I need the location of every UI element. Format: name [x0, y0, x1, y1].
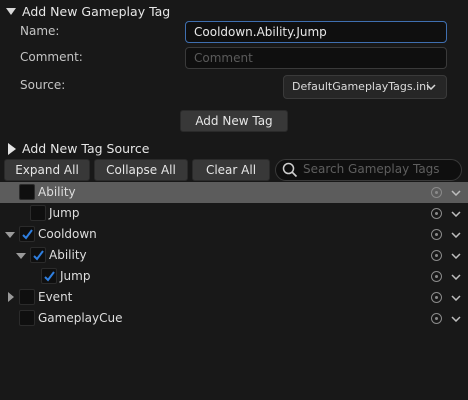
tag-row[interactable]: Ability — [0, 245, 468, 266]
add-source-section-title[interactable]: Add New Tag Source — [22, 141, 149, 156]
chevron-down-icon — [426, 84, 436, 90]
expand-all-button[interactable]: Expand All — [4, 159, 90, 181]
checkmark-icon — [33, 250, 44, 261]
tag-label: Ability — [38, 185, 76, 199]
tag-label: Jump — [60, 269, 91, 283]
tag-label: GameplayCue — [38, 311, 123, 325]
circle-dot-icon[interactable] — [431, 208, 442, 219]
clear-all-button[interactable]: Clear All — [192, 159, 270, 181]
search-icon — [282, 162, 298, 178]
source-dropdown[interactable]: DefaultGameplayTags.ini — [283, 75, 447, 99]
checkmark-icon — [44, 271, 55, 282]
tag-row[interactable]: Jump — [0, 203, 468, 224]
checkmark-icon — [22, 229, 33, 240]
tag-row[interactable]: GameplayCue — [0, 308, 468, 329]
comment-label: Comment: — [20, 50, 83, 64]
tag-row[interactable]: Ability — [0, 182, 468, 203]
chevron-down-icon[interactable] — [451, 316, 461, 322]
tag-row[interactable]: Jump — [0, 266, 468, 287]
tag-checkbox[interactable] — [19, 226, 35, 242]
chevron-down-icon[interactable] — [451, 190, 461, 196]
circle-dot-icon[interactable] — [431, 271, 442, 282]
tag-checkbox[interactable] — [30, 247, 46, 263]
circle-dot-icon[interactable] — [431, 187, 442, 198]
search-gameplay-tags-input[interactable]: Search Gameplay Tags — [275, 159, 462, 181]
circle-dot-icon[interactable] — [431, 292, 442, 303]
tag-row[interactable]: Event — [0, 287, 468, 308]
section-expanded-icon[interactable] — [6, 8, 16, 15]
add-tag-section-title[interactable]: Add New Gameplay Tag — [22, 4, 170, 19]
tag-label: Ability — [49, 248, 87, 262]
tag-label: Event — [38, 290, 73, 304]
tag-checkbox[interactable] — [19, 310, 35, 326]
name-label: Name: — [20, 24, 60, 38]
source-value: DefaultGameplayTags.ini — [292, 80, 430, 93]
circle-dot-icon[interactable] — [431, 229, 442, 240]
chevron-down-icon[interactable] — [451, 232, 461, 238]
tag-name-input[interactable]: Cooldown.Ability.Jump — [185, 21, 447, 43]
chevron-down-icon[interactable] — [451, 274, 461, 280]
circle-dot-icon[interactable] — [431, 313, 442, 324]
chevron-down-icon[interactable] — [451, 295, 461, 301]
tag-label: Jump — [49, 206, 80, 220]
comment-input[interactable]: Comment — [185, 47, 447, 69]
expand-arrow-icon[interactable] — [5, 232, 15, 238]
tag-checkbox[interactable] — [19, 289, 35, 305]
add-new-tag-button[interactable]: Add New Tag — [180, 110, 288, 132]
circle-dot-icon[interactable] — [431, 250, 442, 261]
chevron-down-icon[interactable] — [451, 253, 461, 259]
search-placeholder: Search Gameplay Tags — [303, 162, 440, 176]
section-collapsed-icon[interactable] — [8, 143, 16, 155]
tag-checkbox[interactable] — [30, 205, 46, 221]
tag-checkbox[interactable] — [41, 268, 57, 284]
collapse-arrow-icon[interactable] — [8, 292, 14, 302]
expand-arrow-icon[interactable] — [16, 253, 26, 259]
tag-checkbox[interactable] — [19, 184, 35, 200]
tag-row[interactable]: Cooldown — [0, 224, 468, 245]
collapse-all-button[interactable]: Collapse All — [94, 159, 188, 181]
chevron-down-icon[interactable] — [451, 211, 461, 217]
tag-label: Cooldown — [38, 227, 97, 241]
source-label: Source: — [20, 78, 66, 92]
